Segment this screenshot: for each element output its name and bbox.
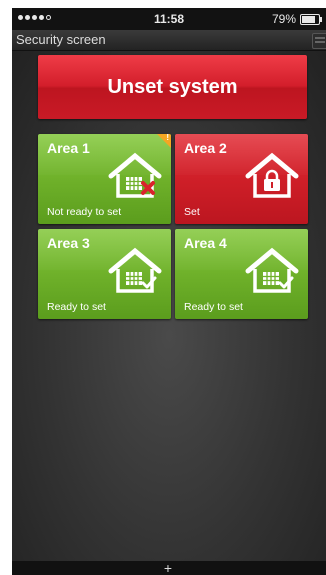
- battery-percent: 79%: [271, 12, 296, 26]
- area-name: Area 1: [47, 140, 90, 156]
- plus-icon[interactable]: +: [162, 561, 174, 575]
- house-grid-cross-icon: [108, 152, 162, 198]
- area-name: Area 4: [184, 235, 227, 251]
- area-status: Ready to set: [184, 301, 243, 313]
- screen-title: Security screen: [16, 32, 106, 47]
- area-tile-2[interactable]: Area 2 Set: [175, 134, 308, 224]
- menu-icon[interactable]: [312, 33, 326, 49]
- status-bar: 11:58 79%: [12, 8, 326, 30]
- house-grid-check-icon: [245, 247, 299, 293]
- main-content: Unset system ! Area 1 Not ready to set A…: [12, 51, 326, 569]
- phone-screen: 11:58 79% Security screen Unset system !…: [12, 8, 326, 575]
- house-lock-icon: [245, 152, 299, 198]
- house-grid-check-icon: [108, 247, 162, 293]
- area-tile-4[interactable]: Area 4 Ready to set: [175, 229, 308, 319]
- battery-icon: [300, 14, 322, 25]
- area-tile-3[interactable]: Area 3 Ready to set: [38, 229, 171, 319]
- title-bar: Security screen: [12, 30, 326, 51]
- area-status: Set: [184, 206, 200, 218]
- area-name: Area 2: [184, 140, 227, 156]
- area-status: Ready to set: [47, 301, 106, 313]
- unset-system-label: Unset system: [107, 75, 238, 98]
- area-tile-1[interactable]: ! Area 1 Not ready to set: [38, 134, 171, 224]
- area-name: Area 3: [47, 235, 90, 251]
- bottom-bar: +: [12, 561, 326, 575]
- warning-mark: !: [166, 134, 169, 142]
- area-status: Not ready to set: [47, 206, 122, 218]
- unset-system-button[interactable]: Unset system: [38, 55, 307, 119]
